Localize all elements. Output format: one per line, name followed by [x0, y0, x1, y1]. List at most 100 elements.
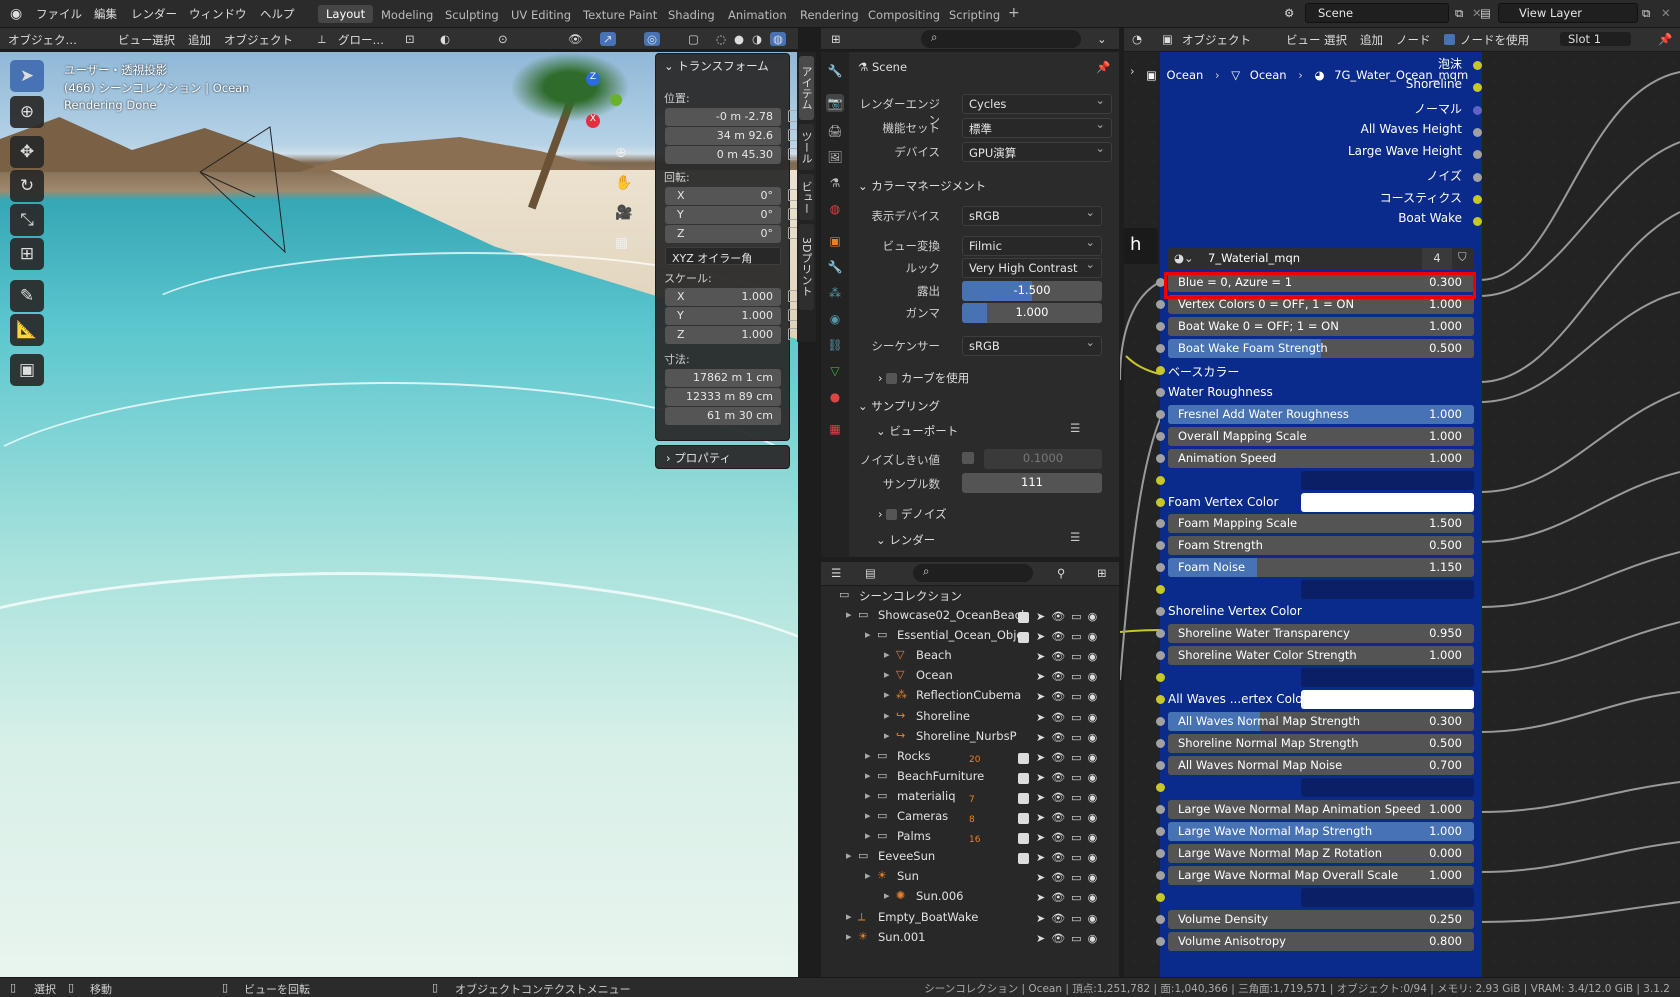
- shader-type-dropdown[interactable]: オブジェクト: [1182, 32, 1251, 48]
- outliner-row[interactable]: ▸ ⁂ ReflectionCubema ➤👁▭◉: [821, 688, 1119, 708]
- transform-orientation-icon[interactable]: ⟂: [318, 32, 326, 47]
- list-icon[interactable]: ☰: [1070, 421, 1080, 435]
- proportional-edit-icon[interactable]: ⊙: [498, 32, 508, 46]
- outliner-row[interactable]: ▸ ☀ Sun ➤👁▭◉: [821, 869, 1119, 889]
- visibility-toggles[interactable]: ➤👁▭◉: [1036, 831, 1103, 844]
- shading-wireframe-icon[interactable]: ◌: [716, 32, 726, 46]
- use-nodes-checkbox[interactable]: [1444, 34, 1455, 45]
- dimension-z-field[interactable]: 61 m 30 cm: [665, 407, 781, 425]
- visibility-toggles[interactable]: ➤👁▭◉: [1036, 610, 1103, 623]
- ortho-toggle-icon[interactable]: ▦: [615, 235, 628, 251]
- device-dropdown[interactable]: GPU演算: [962, 141, 1112, 162]
- scene-selector[interactable]: Scene: [1305, 3, 1449, 23]
- input-socket[interactable]: [1156, 695, 1165, 705]
- list-icon[interactable]: ☰: [1070, 530, 1080, 544]
- use-curves-checkbox[interactable]: [886, 373, 898, 384]
- outliner-row[interactable]: ▸ ▭ EeveeSun ➤👁▭◉: [821, 849, 1119, 869]
- data-tab-icon[interactable]: ▽: [826, 362, 844, 380]
- exclude-checkbox[interactable]: [1018, 813, 1029, 824]
- color-swatch[interactable]: [1301, 492, 1474, 512]
- node-input-slider[interactable]: Shoreline Normal Map Strength 0.500: [1168, 733, 1474, 753]
- input-socket[interactable]: [1156, 475, 1165, 485]
- world-tab-icon[interactable]: ◍: [826, 200, 844, 218]
- input-socket[interactable]: [1156, 431, 1165, 441]
- input-socket[interactable]: [1156, 343, 1165, 353]
- exclude-checkbox[interactable]: [1018, 752, 1029, 764]
- input-socket[interactable]: [1156, 760, 1165, 770]
- view-layer-tab-icon[interactable]: 🖼: [826, 148, 844, 166]
- exclude-checkbox[interactable]: [1018, 792, 1029, 804]
- delete-view-layer-icon[interactable]: ✕: [1661, 6, 1671, 20]
- snap-icon[interactable]: ◐: [440, 32, 450, 46]
- annotate-tool-icon[interactable]: ✎: [10, 280, 44, 312]
- scale-y-field[interactable]: Y 1.000: [665, 307, 798, 325]
- expand-arrow-icon[interactable]: ▸: [846, 608, 852, 621]
- x-axis-icon[interactable]: X: [586, 114, 600, 128]
- render-engine-dropdown[interactable]: Cycles: [962, 93, 1112, 114]
- empty-input-field[interactable]: [1301, 887, 1474, 907]
- visibility-icon[interactable]: 👁: [568, 32, 583, 46]
- outliner-row[interactable]: ▸ ↪ Shoreline_NurbsP ➤👁▭◉: [821, 729, 1119, 749]
- exposure-slider[interactable]: -1.500: [962, 281, 1102, 301]
- xray-icon[interactable]: ▢: [688, 32, 699, 46]
- tab-animation[interactable]: Animation: [728, 8, 787, 22]
- color-swatch[interactable]: [1301, 690, 1474, 710]
- outliner-search-input[interactable]: ⌕: [913, 564, 1033, 582]
- outliner-row[interactable]: ▸ ⟂ Empty_BoatWake ➤👁▭◉: [821, 910, 1119, 930]
- navigation-gizmo[interactable]: Z X: [560, 70, 622, 130]
- view-layer-selector[interactable]: View Layer: [1498, 3, 1638, 23]
- sequencer-dropdown[interactable]: sRGB: [962, 335, 1102, 356]
- cursor-tool-icon[interactable]: ⊕: [10, 96, 44, 128]
- node-input-slider[interactable]: Large Wave Normal Map Strength 1.000: [1168, 821, 1474, 841]
- menu-help[interactable]: ヘルプ: [260, 6, 295, 22]
- noise-threshold-field[interactable]: 0.1000: [984, 449, 1102, 469]
- scale-z-field[interactable]: Z 1.000: [665, 326, 798, 344]
- output-tab-icon[interactable]: 🖨: [826, 122, 844, 140]
- fake-user-icon[interactable]: ⛉: [1458, 250, 1467, 265]
- viewport-object-menu[interactable]: オブジェクト: [224, 32, 293, 48]
- pin-icon[interactable]: 📌: [1096, 60, 1110, 74]
- material-users[interactable]: 4: [1422, 248, 1452, 270]
- empty-input-field[interactable]: [1301, 777, 1474, 797]
- shading-material-icon[interactable]: ◑: [752, 32, 762, 46]
- expand-arrow-icon[interactable]: ▸: [865, 628, 871, 641]
- constraints-tab-icon[interactable]: ⛓: [826, 336, 844, 354]
- visibility-toggles[interactable]: ➤👁▭◉: [1036, 932, 1103, 945]
- exclude-checkbox[interactable]: [1018, 612, 1029, 623]
- tab-view[interactable]: ビュー: [799, 174, 814, 220]
- tab-sculpting[interactable]: Sculpting: [445, 8, 499, 22]
- output-socket[interactable]: [1473, 105, 1482, 115]
- node-input-slider[interactable]: Volume Anisotropy 0.800: [1168, 931, 1474, 951]
- input-socket[interactable]: [1156, 497, 1165, 507]
- render-subheader[interactable]: ⌄ レンダー: [876, 532, 935, 548]
- dimension-y-field[interactable]: 12333 m 89 cm: [665, 388, 781, 406]
- outliner-row[interactable]: ▸ ▭ Cameras 8 ➤👁▭◉: [821, 809, 1119, 829]
- outliner-row[interactable]: ▸ ▽ Beach ➤👁▭◉: [821, 648, 1119, 668]
- pan-icon[interactable]: ✋: [615, 175, 632, 191]
- color-management-header[interactable]: ⌄ カラーマネージメント: [858, 178, 986, 194]
- tab-compositing[interactable]: Compositing: [868, 8, 940, 22]
- display-mode-icon[interactable]: ▤: [865, 566, 876, 580]
- filter-icon[interactable]: ⚲: [1057, 566, 1065, 580]
- input-socket[interactable]: [1156, 387, 1165, 397]
- outliner-row[interactable]: ▸ ▭ BeachFurniture ➤👁▭◉: [821, 769, 1119, 789]
- output-socket[interactable]: [1473, 127, 1482, 137]
- expand-arrow-icon[interactable]: ▸: [884, 709, 890, 722]
- exclude-checkbox[interactable]: [1018, 833, 1029, 845]
- visibility-toggles[interactable]: ➤👁▭◉: [1036, 670, 1103, 683]
- visibility-toggles[interactable]: ➤👁▭◉: [1036, 912, 1103, 925]
- object-tab-icon[interactable]: ▣: [826, 232, 844, 250]
- visibility-toggles[interactable]: ➤👁▭◉: [1036, 811, 1103, 824]
- menu-file[interactable]: ファイル: [36, 6, 82, 22]
- gizmo-toggle-icon[interactable]: ↗: [600, 32, 616, 46]
- expand-arrow-icon[interactable]: ▸: [884, 688, 890, 701]
- node-editor-type-icon[interactable]: ◔: [1132, 32, 1142, 46]
- shader-type-icon[interactable]: ▣: [1162, 32, 1173, 46]
- add-workspace-button[interactable]: +: [1008, 5, 1020, 21]
- visibility-toggles[interactable]: ➤👁▭◉: [1036, 871, 1103, 884]
- empty-input-field[interactable]: [1301, 668, 1474, 688]
- visibility-toggles[interactable]: ➤👁▭◉: [1036, 771, 1103, 784]
- tool-tab-icon[interactable]: 🔧: [826, 62, 844, 80]
- input-socket[interactable]: [1156, 892, 1165, 902]
- expand-arrow-icon[interactable]: ▸: [846, 910, 852, 923]
